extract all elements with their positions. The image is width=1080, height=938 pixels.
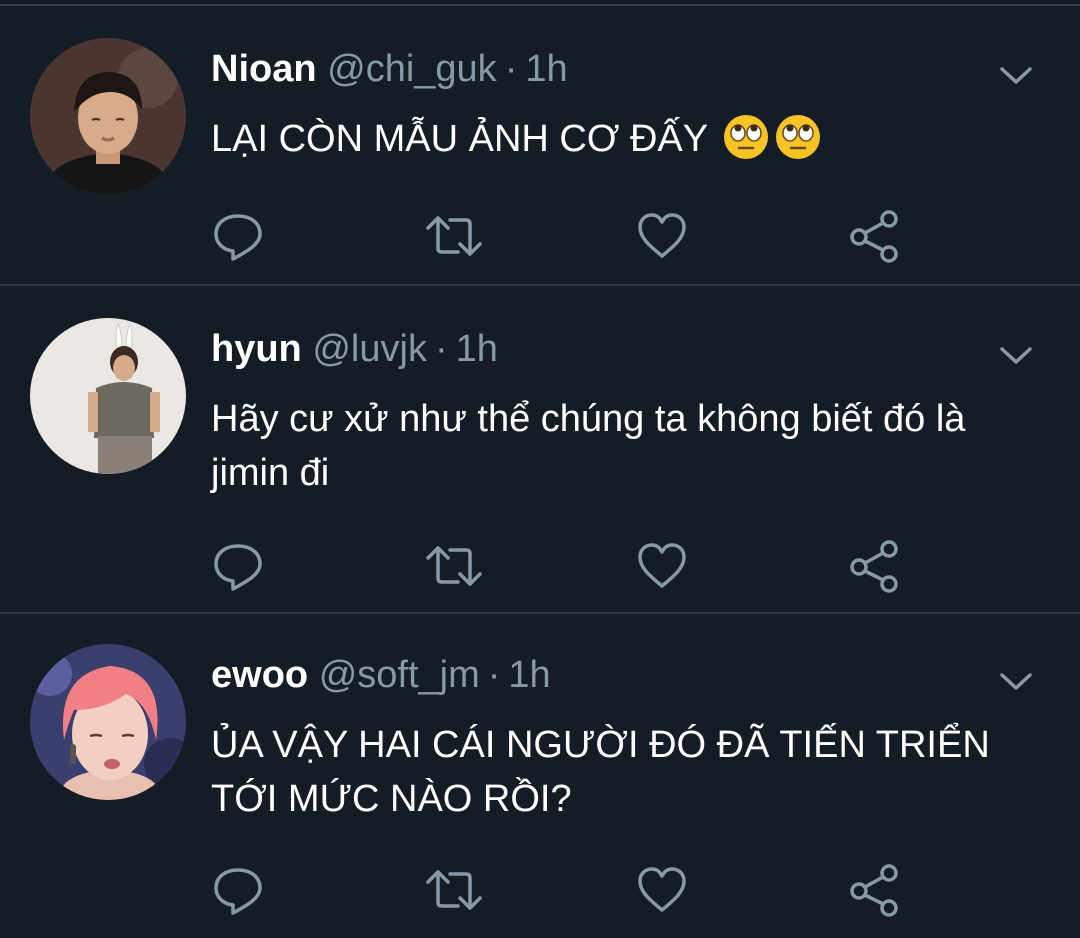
reply-icon[interactable] [208, 860, 268, 920]
chevron-down-icon[interactable] [996, 60, 1036, 90]
tweet[interactable]: ewoo @soft_jm · 1h ỦA VẬY HAI CÁI NGƯỜI ĐÓ… [0, 614, 1080, 938]
username[interactable]: @soft_jm [319, 654, 480, 696]
tweet[interactable]: Nioan @chi_guk · 1h LẠI CÒN MẪU ẢNH CƠ ĐẤY [0, 6, 1080, 286]
retweet-icon[interactable] [424, 536, 484, 596]
separator: · [504, 48, 518, 90]
timestamp[interactable]: 1h [508, 654, 550, 696]
separator: · [487, 654, 501, 696]
username[interactable]: @luvjk [312, 328, 427, 370]
retweet-icon[interactable] [424, 860, 484, 920]
timestamp[interactable]: 1h [525, 48, 567, 90]
tweet-actions [0, 860, 1080, 920]
tweet-header: hyun @luvjk · 1h [211, 324, 498, 374]
chevron-down-icon[interactable] [996, 340, 1036, 370]
avatar[interactable] [30, 38, 186, 194]
tweet-text: ỦA VẬY HAI CÁI NGƯỜI ĐÓ ĐÃ TIẾN TRIỂN TỚ… [211, 724, 990, 820]
avatar[interactable] [30, 318, 186, 474]
share-icon[interactable] [845, 206, 905, 266]
tweet-text: LẠI CÒN MẪU ẢNH CƠ ĐẤY [211, 112, 1041, 166]
avatar[interactable] [30, 644, 186, 800]
tweet-header: Nioan @chi_guk · 1h [211, 44, 568, 94]
face-with-rolling-eyes-icon [775, 115, 820, 159]
tweet-actions [0, 206, 1080, 266]
face-with-rolling-eyes-icon [723, 115, 768, 159]
tweet-text: Hãy cư xử như thể chúng ta không biết đó… [211, 398, 966, 494]
display-name[interactable]: hyun [211, 328, 302, 370]
share-icon[interactable] [845, 536, 905, 596]
retweet-icon[interactable] [424, 206, 484, 266]
heart-icon[interactable] [632, 536, 692, 596]
tweet[interactable]: hyun @luvjk · 1h Hãy cư xử như thể chúng t… [0, 286, 1080, 614]
reply-icon[interactable] [208, 536, 268, 596]
chevron-down-icon[interactable] [996, 666, 1036, 696]
tweet-text-content: LẠI CÒN MẪU ẢNH CƠ ĐẤY [211, 118, 708, 160]
share-icon[interactable] [845, 860, 905, 920]
heart-icon[interactable] [632, 206, 692, 266]
display-name[interactable]: Nioan [211, 48, 317, 90]
reply-icon[interactable] [208, 206, 268, 266]
heart-icon[interactable] [632, 860, 692, 920]
timestamp[interactable]: 1h [456, 328, 498, 370]
tweet-header: ewoo @soft_jm · 1h [211, 650, 551, 700]
username[interactable]: @chi_guk [327, 48, 497, 90]
display-name[interactable]: ewoo [211, 654, 308, 696]
separator: · [434, 328, 448, 370]
tweet-actions [0, 536, 1080, 596]
